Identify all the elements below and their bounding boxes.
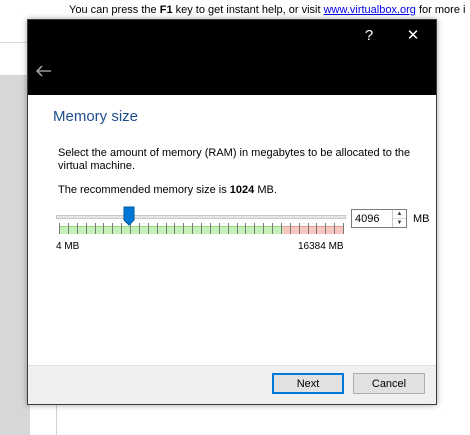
memory-min-label: 4 MB — [56, 241, 80, 252]
recommended-memory-value: 1024 — [229, 184, 255, 196]
slider-tick — [174, 223, 175, 234]
slider-tick — [112, 223, 113, 234]
memory-spin-buttons: ▲ ▼ — [392, 210, 406, 227]
slider-tick — [77, 223, 78, 234]
slider-tick — [316, 223, 317, 234]
slider-tick — [325, 223, 326, 234]
slider-tick — [139, 223, 140, 234]
slider-tick — [157, 223, 158, 234]
slider-tick — [103, 223, 104, 234]
wizard-page: Memory size Select the amount of memory … — [28, 95, 436, 365]
slider-tick — [343, 223, 344, 234]
virtualbox-link[interactable]: www.virtualbox.org — [324, 4, 416, 16]
slider-tick — [201, 223, 202, 234]
slider-tick — [334, 223, 335, 234]
recommended-memory-text: The recommended memory size is 1024 MB. — [58, 184, 277, 196]
slider-tick — [121, 223, 122, 234]
slider-tick — [148, 223, 149, 234]
background-divider — [0, 42, 30, 43]
slider-tick — [59, 223, 60, 234]
memory-max-label: 16384 MB — [298, 241, 344, 252]
close-button[interactable]: ✕ — [392, 20, 434, 50]
dialog-titlebar: ? ✕ — [28, 20, 436, 95]
slider-tick — [254, 223, 255, 234]
create-vm-dialog: ? ✕ Memory size Select the amount of mem… — [27, 19, 437, 405]
slider-tick — [210, 223, 211, 234]
memory-unit-label: MB — [413, 213, 430, 225]
footer-divider — [28, 365, 436, 366]
memory-slider-track[interactable] — [56, 215, 346, 219]
slider-tick — [245, 223, 246, 234]
slider-tick — [86, 223, 87, 234]
slider-tick — [272, 223, 273, 234]
slider-tick — [183, 223, 184, 234]
help-button[interactable]: ? — [348, 20, 390, 50]
page-description: Select the amount of memory (RAM) in meg… — [58, 147, 411, 172]
spin-up-icon[interactable]: ▲ — [393, 210, 406, 219]
slider-tick — [95, 223, 96, 234]
background-help-text: You can press the F1 key to get instant … — [69, 4, 466, 16]
help-icon: ? — [364, 26, 374, 44]
slider-tick — [166, 223, 167, 234]
close-icon: ✕ — [406, 27, 420, 44]
slider-tick — [228, 223, 229, 234]
memory-size-input[interactable] — [352, 210, 395, 227]
slider-tick — [237, 223, 238, 234]
back-arrow-icon[interactable] — [34, 64, 52, 78]
page-title: Memory size — [53, 108, 139, 125]
slider-tick — [192, 223, 193, 234]
memory-spinbox: ▲ ▼ — [351, 209, 407, 228]
slider-tick — [299, 223, 300, 234]
slider-tick — [219, 223, 220, 234]
spin-down-icon[interactable]: ▼ — [393, 219, 406, 227]
slider-tick — [290, 223, 291, 234]
slider-tick — [281, 223, 282, 234]
memory-slider-ticks — [59, 223, 344, 234]
slider-tick — [263, 223, 264, 234]
background-panel — [0, 75, 30, 435]
memory-slider-thumb[interactable] — [123, 206, 135, 226]
slider-tick — [308, 223, 309, 234]
slider-tick — [68, 223, 69, 234]
background-divider-vertical — [56, 404, 57, 435]
next-button[interactable]: Next — [272, 373, 344, 394]
cancel-button[interactable]: Cancel — [353, 373, 425, 394]
